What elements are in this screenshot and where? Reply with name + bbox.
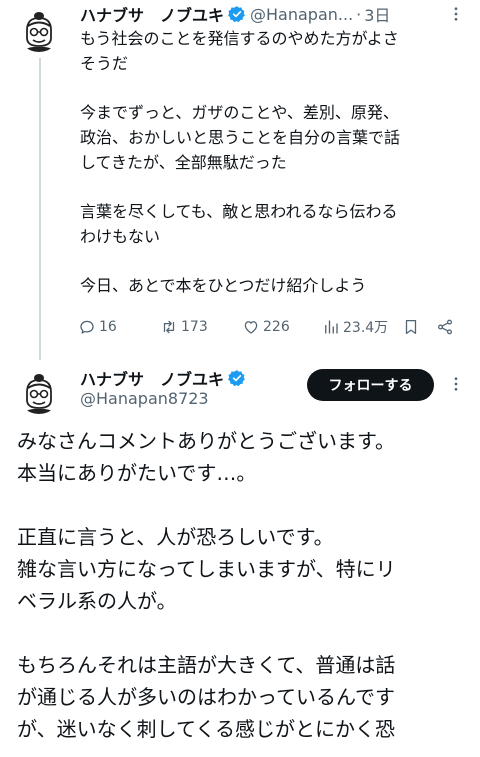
reply-timestamp[interactable]: 3日 — [364, 2, 390, 26]
speech-bubble-icon — [80, 320, 94, 334]
reply-header: ハナブサ ノブユキ @Hanapan... · 3日 — [80, 2, 470, 26]
follow-button[interactable]: フォローする — [307, 369, 434, 401]
main-author-name[interactable]: ハナブサ ノブユキ — [80, 366, 224, 390]
bar-chart-icon — [325, 320, 338, 334]
reply-action-bar: 16 173 226 23.4万 — [78, 316, 468, 338]
main-author-row: ハナブサ ノブユキ — [80, 366, 246, 390]
main-paragraph: みなさんコメントありがとうございます。 本当にありがたいです…。 — [17, 429, 395, 485]
separator-dot: · — [356, 4, 362, 24]
reply-author-avatar[interactable] — [17, 8, 61, 52]
main-paragraph: 正直に言うと、人が恐ろしいです。 雑な言い方になってしまいますが、特にリ ベラル… — [17, 525, 396, 613]
reply-count: 16 — [99, 319, 117, 335]
main-tweet-text: みなさんコメントありがとうございます。 本当にありがたいです…。 正直に言うと、… — [17, 425, 472, 757]
retweet-count: 173 — [181, 319, 208, 335]
main-author-avatar[interactable] — [17, 370, 61, 414]
reply-paragraph: もう社会のことを発信するのやめた方がよさ そうだ — [80, 29, 399, 73]
like-count: 226 — [263, 319, 290, 335]
bookmark-button[interactable] — [402, 318, 423, 336]
bookmark-icon — [405, 319, 417, 335]
retweet-icon — [163, 320, 175, 334]
verified-badge-icon — [228, 5, 246, 23]
reply-paragraph: 今までずっと、ガザのことや、差別、原発、 政治、おかしいと思うことを自分の言葉で… — [80, 103, 401, 172]
main-author-handle[interactable]: @Hanapan8723 — [80, 389, 209, 408]
verified-badge-icon — [228, 369, 246, 387]
share-icon — [437, 319, 453, 335]
reply-text: もう社会のことを発信するのやめた方がよさ そうだ 今までずっと、ガザのことや、差… — [80, 26, 460, 298]
like-button[interactable]: 226 — [242, 318, 290, 336]
share-button[interactable] — [436, 318, 457, 336]
reply-paragraph: 言葉を尽くしても、敵と思われるなら伝わる わけもない — [80, 202, 398, 246]
reply-author-name[interactable]: ハナブサ ノブユキ — [80, 2, 224, 26]
retweet-button[interactable]: 173 — [160, 318, 208, 336]
views-button[interactable]: 23.4万 — [322, 317, 388, 337]
more-dots-icon[interactable] — [446, 4, 466, 24]
views-count: 23.4万 — [343, 320, 389, 336]
reply-paragraph: 今日、あとで本をひとつだけ紹介しよう — [80, 276, 367, 295]
main-paragraph: もちろんそれは主語が大きくて、普通は話 が通じる人が多いのはわかっているんです … — [17, 653, 396, 741]
reply-button[interactable]: 16 — [78, 318, 117, 336]
heart-icon — [244, 321, 258, 334]
reply-author-handle[interactable]: @Hanapan... — [250, 5, 353, 24]
more-dots-icon[interactable] — [446, 374, 466, 394]
thread-line — [39, 58, 41, 360]
